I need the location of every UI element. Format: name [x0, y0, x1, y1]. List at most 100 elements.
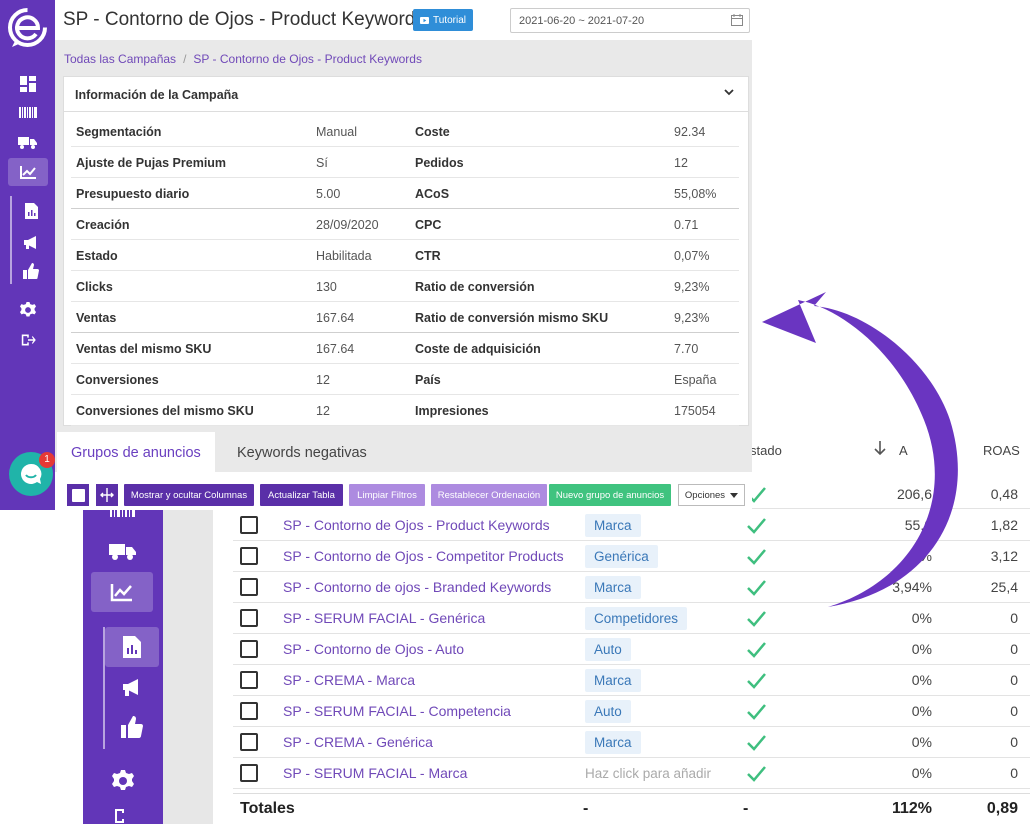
sort-down-icon[interactable]	[873, 440, 887, 459]
new-ad-group-button[interactable]: Nuevo grupo de anuncios	[549, 484, 671, 506]
chevron-down-icon[interactable]	[724, 88, 734, 96]
logout-icon[interactable]	[101, 806, 145, 824]
table-row[interactable]: SP - Contorno de Ojos - Competitor Produ…	[233, 541, 1030, 572]
column-header-acos[interactable]: A	[899, 443, 908, 458]
table-row[interactable]: SP - SERUM FACIAL - Competencia Auto 0% 0	[233, 696, 1030, 727]
totals-roas: 0,89	[986, 800, 1018, 817]
ad-group-tag[interactable]: Competidores	[585, 607, 688, 630]
options-label: Opciones	[684, 489, 726, 501]
table-row[interactable]: SP - SERUM FACIAL - Marca Haz click para …	[233, 758, 1030, 789]
truck-icon[interactable]	[101, 538, 145, 564]
roas-value: 0	[1010, 610, 1018, 626]
logout-icon[interactable]	[8, 326, 48, 354]
row-checkbox[interactable]	[240, 547, 258, 565]
ad-group-tag[interactable]: Auto	[585, 638, 631, 661]
roas-value: 0,48	[990, 486, 1018, 502]
column-header-roas[interactable]: ROAS	[983, 443, 1020, 458]
table-row[interactable]: SP - CREMA - Marca Marca 0% 0	[233, 665, 1030, 696]
tab-ad-groups[interactable]: Grupos de anuncios	[57, 432, 215, 472]
info-row: Clicks 130 Ratio de conversión 9,23%	[71, 271, 739, 302]
report-icon[interactable]	[14, 197, 48, 225]
ad-group-name-link[interactable]: SP - Contorno de Ojos - Product Keywords	[283, 517, 550, 533]
breadcrumb-root[interactable]: Todas las Campañas	[64, 52, 176, 66]
ad-group-name-link[interactable]: SP - CREMA - Marca	[283, 672, 415, 688]
ad-group-tag[interactable]: Marca	[585, 669, 641, 692]
totals-label: Totales	[240, 800, 295, 817]
acos-value: 0%	[911, 641, 932, 657]
chart-icon[interactable]	[8, 158, 48, 186]
ad-group-name-link[interactable]: SP - SERUM FACIAL - Competencia	[283, 703, 511, 719]
ad-group-name-link[interactable]: SP - CREMA - Genérica	[283, 734, 433, 750]
column-resize-icon[interactable]	[96, 484, 118, 506]
info-label: CTR	[415, 249, 441, 263]
ad-group-name-link[interactable]: SP - SERUM FACIAL - Genérica	[283, 610, 485, 626]
ad-group-tag[interactable]: Genérica	[585, 545, 658, 568]
options-dropdown[interactable]: Opciones	[678, 484, 745, 506]
tutorial-button[interactable]: Tutorial	[413, 9, 473, 31]
info-label: Conversiones del mismo SKU	[76, 404, 254, 418]
ad-group-tag[interactable]: Haz click para añadir	[585, 762, 711, 785]
check-icon	[747, 766, 766, 782]
table-row[interactable]: SP - Contorno de ojos - Branded Keywords…	[233, 572, 1030, 603]
breadcrumb: Todas las Campañas / SP - Contorno de Ojos…	[64, 52, 422, 66]
ad-group-tag[interactable]: Marca	[585, 731, 641, 754]
table-row[interactable]: SP - Contorno de Ojos - Product Keywords…	[233, 510, 1030, 541]
chart-icon[interactable]	[91, 572, 153, 612]
ad-group-name-link[interactable]: SP - SERUM FACIAL - Marca	[283, 765, 467, 781]
table-row[interactable]: SP - SERUM FACIAL - Genérica Competidores…	[233, 603, 1030, 634]
check-icon	[747, 735, 766, 751]
ad-group-tag[interactable]: Marca	[585, 576, 641, 599]
ad-group-name-link[interactable]: SP - Contorno de Ojos - Competitor Produ…	[283, 548, 564, 564]
row-checkbox[interactable]	[240, 733, 258, 751]
tab-negative-keywords[interactable]: Keywords negativas	[223, 432, 381, 472]
ad-group-tag[interactable]: Auto	[585, 700, 631, 723]
ad-group-name-link[interactable]: SP - Contorno de ojos - Branded Keywords	[283, 579, 551, 595]
info-label: Ventas del mismo SKU	[76, 342, 212, 356]
row-checkbox[interactable]	[240, 578, 258, 596]
table-toolbar: Mostrar y ocultar Columnas Actualizar Ta…	[55, 472, 752, 510]
row-checkbox[interactable]	[240, 702, 258, 720]
row-checkbox[interactable]	[240, 609, 258, 627]
gear-icon[interactable]	[8, 296, 48, 324]
megaphone-icon[interactable]	[14, 228, 48, 256]
select-all-checkbox[interactable]	[67, 484, 89, 506]
info-value: 5.00	[316, 187, 341, 201]
table-row[interactable]: SP - Contorno de Ojos - Auto Auto 0% 0	[233, 634, 1030, 665]
info-value: 12	[316, 404, 330, 418]
reset-order-button[interactable]: Restablecer Ordenación	[431, 484, 547, 506]
row-checkbox[interactable]	[240, 640, 258, 658]
info-value: Sí	[316, 156, 328, 170]
info-value: 55,08%	[674, 187, 717, 201]
gear-icon[interactable]	[101, 766, 145, 796]
check-icon	[747, 580, 766, 596]
show-hide-columns-button[interactable]: Mostrar y ocultar Columnas	[124, 484, 254, 506]
acos-value: 0%	[911, 703, 932, 719]
dashboard-icon[interactable]	[8, 70, 48, 98]
info-value: 9,23%	[674, 280, 710, 294]
update-table-button[interactable]: Actualizar Tabla	[260, 484, 343, 506]
breadcrumb-current[interactable]: SP - Contorno de Ojos - Product Keywords	[193, 52, 422, 66]
row-checkbox[interactable]	[240, 764, 258, 782]
info-label: Ratio de conversión mismo SKU	[415, 311, 609, 325]
ad-group-tag[interactable]: Marca	[585, 514, 641, 537]
card-header[interactable]: Información de la Campaña	[64, 77, 748, 112]
info-label: Creación	[76, 218, 130, 232]
thumbs-up-icon[interactable]	[105, 710, 159, 744]
check-icon	[747, 673, 766, 689]
acos-value: 0%	[911, 672, 932, 688]
date-range-picker[interactable]: 2021-06-20 ~ 2021-07-20	[510, 8, 750, 33]
report-icon[interactable]	[105, 627, 159, 667]
thumbs-up-icon[interactable]	[14, 257, 48, 285]
megaphone-icon[interactable]	[105, 672, 159, 702]
barcode-icon[interactable]	[8, 98, 48, 126]
row-checkbox[interactable]	[240, 516, 258, 534]
row-checkbox[interactable]	[240, 671, 258, 689]
table-row[interactable]: SP - CREMA - Genérica Marca 0% 0	[233, 727, 1030, 758]
acos-value: 55,0	[904, 517, 932, 533]
info-value: 0.71	[674, 218, 699, 232]
clear-filters-button[interactable]: Limpiar Filtros	[349, 484, 425, 506]
logo-icon[interactable]	[6, 6, 49, 49]
ad-group-name-link[interactable]: SP - Contorno de Ojos - Auto	[283, 641, 464, 657]
truck-icon[interactable]	[8, 128, 48, 156]
column-header-estado[interactable]: stado	[750, 443, 782, 458]
